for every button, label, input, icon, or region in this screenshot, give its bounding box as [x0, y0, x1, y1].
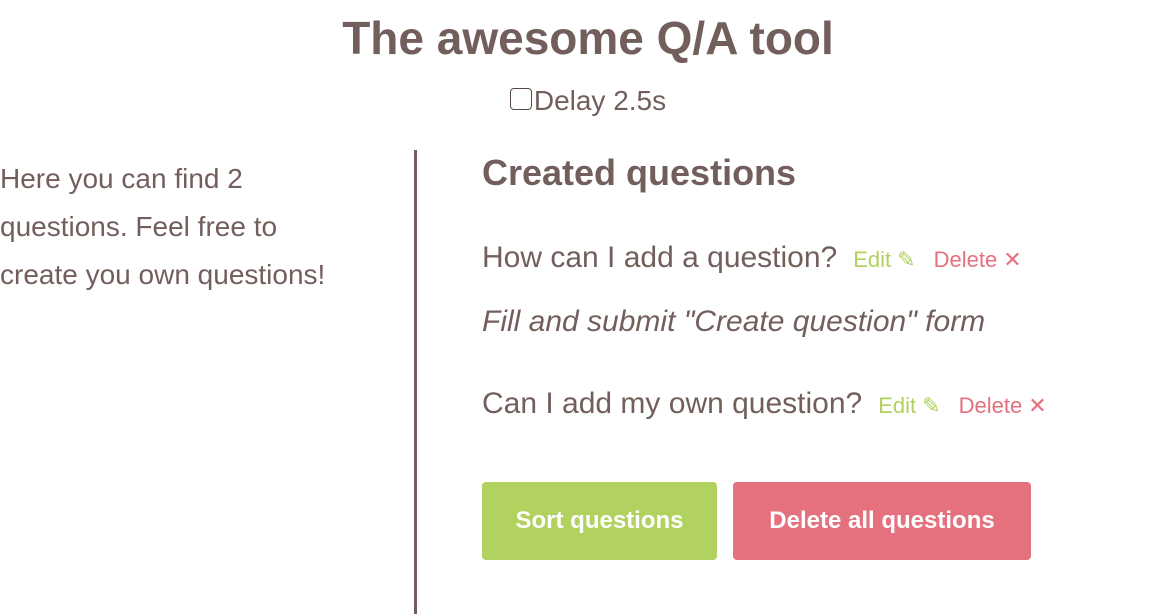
question-row: How can I add a question? Edit ✎ Delete …	[482, 240, 1022, 276]
delete-button[interactable]: Delete ✕	[934, 247, 1022, 273]
questions-panel: Created questions How can I add a questi…	[482, 150, 1142, 560]
sidebar-info: Here you can find 2 questions. Feel free…	[0, 155, 400, 299]
delete-button[interactable]: Delete ✕	[959, 393, 1047, 419]
section-title: Created questions	[482, 152, 797, 193]
sidebar-text-line: Here you can find 2	[0, 163, 243, 194]
delay-checkbox[interactable]	[509, 88, 532, 110]
close-icon: ✕	[1003, 247, 1022, 272]
sort-questions-button[interactable]: Sort questions	[482, 482, 717, 560]
delete-label: Delete	[958, 393, 1023, 418]
edit-label: Edit	[878, 393, 917, 418]
question-row: Can I add my own question? Edit ✎ Delete…	[482, 386, 1047, 422]
question-text[interactable]: Can I add my own question?	[482, 386, 862, 422]
edit-label: Edit	[853, 247, 892, 272]
vertical-divider	[414, 150, 417, 614]
close-icon: ✕	[1028, 393, 1047, 418]
sidebar-text-line: create you own questions!	[0, 259, 326, 290]
answer-text: Fill and submit "Create question" form	[482, 305, 986, 338]
edit-button[interactable]: Edit ✎	[878, 393, 940, 419]
question-text[interactable]: How can I add a question?	[482, 240, 837, 276]
sidebar-text-line: questions. Feel free to	[0, 211, 278, 242]
pencil-icon: ✎	[922, 393, 941, 418]
delay-toggle-row: Delay 2.5s	[0, 84, 1154, 118]
question-item: How can I add a question? Edit ✎ Delete …	[482, 240, 1022, 340]
delete-label: Delete	[933, 247, 998, 272]
app-title: The awesome Q/A tool	[342, 12, 834, 64]
edit-button[interactable]: Edit ✎	[853, 247, 915, 273]
question-item: Can I add my own question? Edit ✎ Delete…	[482, 386, 1047, 422]
delay-label: Delay 2.5s	[533, 85, 667, 116]
delete-all-questions-button[interactable]: Delete all questions	[733, 482, 1031, 560]
delay-toggle[interactable]: Delay 2.5s	[509, 84, 667, 118]
page: The awesome Q/A tool Delay 2.5s Here you…	[0, 0, 1154, 614]
pencil-icon: ✎	[897, 247, 916, 272]
